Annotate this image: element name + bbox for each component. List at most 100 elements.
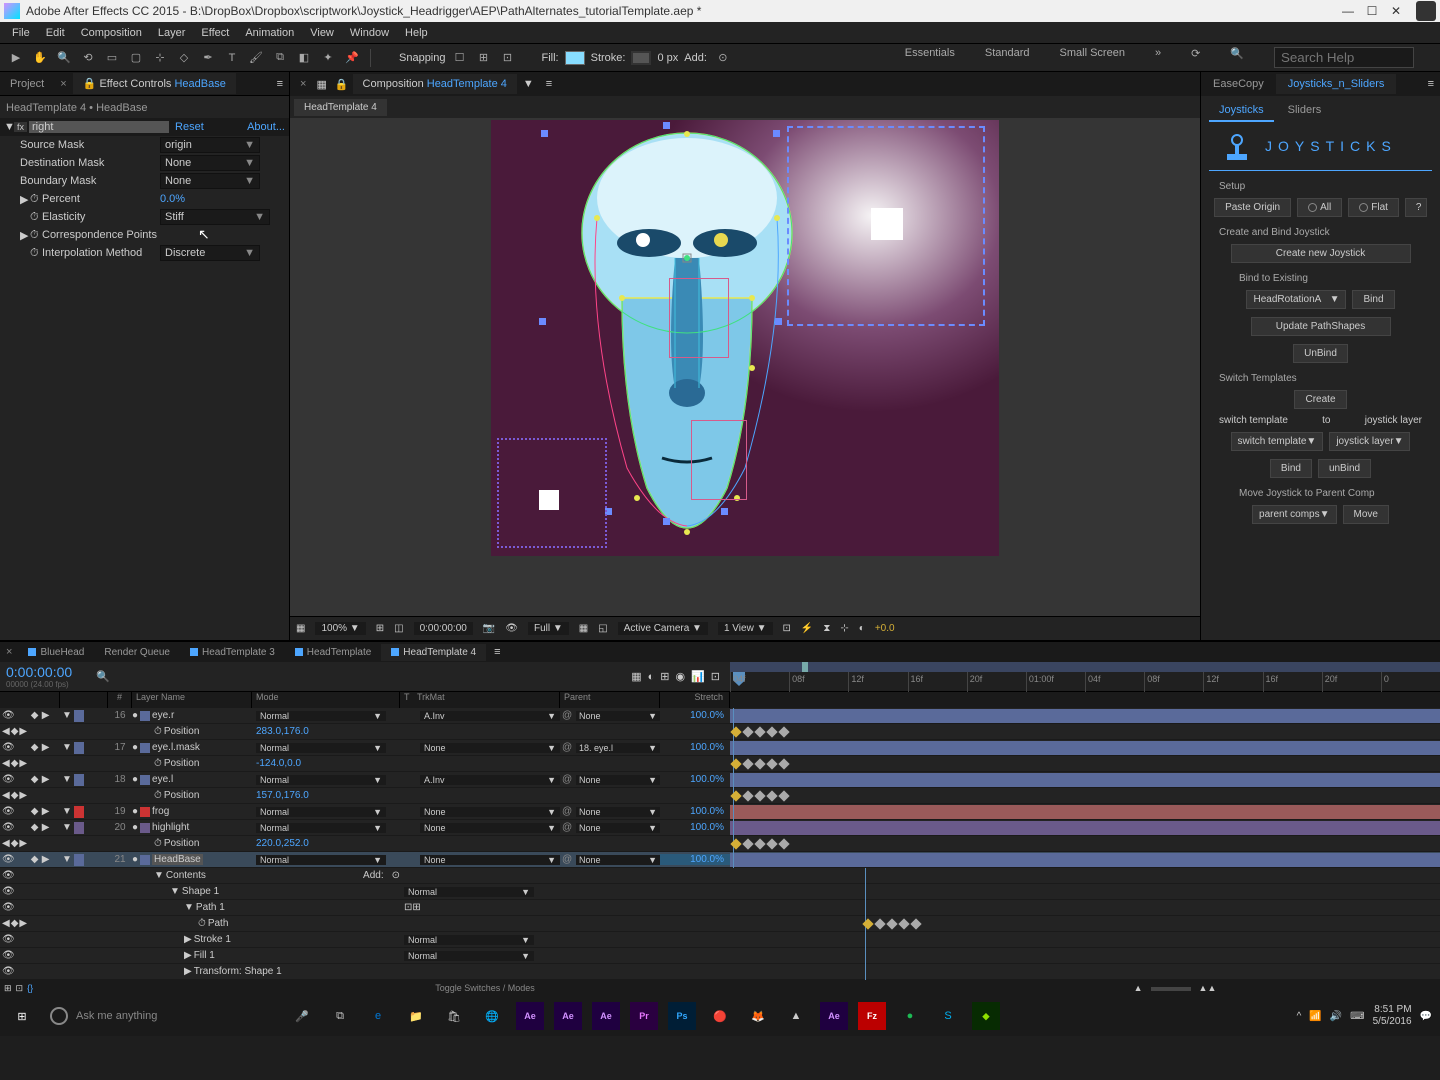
snap-opt1-icon[interactable]: ⊞ — [474, 48, 494, 68]
col-mode[interactable]: Mode — [252, 692, 400, 708]
triangle-icon[interactable]: ▶ — [42, 742, 50, 753]
stopwatch-icon[interactable]: ⏱ — [20, 211, 42, 224]
col-trk[interactable]: T TrkMat — [400, 692, 560, 708]
sublayer-row[interactable]: 👁 ▶ Stroke 1 Normal▼ — [0, 932, 1440, 948]
menu-edit[interactable]: Edit — [38, 25, 73, 41]
joystick-layer-dropdown[interactable]: joystick layer▼ — [1329, 432, 1410, 451]
time-display[interactable]: 0:00:00:00 — [414, 622, 473, 635]
rect-tool-icon[interactable]: ▭ — [102, 48, 122, 68]
ruler-tick[interactable]: 20f — [967, 672, 1026, 692]
transparency-icon[interactable]: ▦ — [579, 623, 588, 634]
sublayer-row[interactable]: 👁 ▼ Path 1 ⊡ ⊞ — [0, 900, 1440, 916]
pickwhip-icon[interactable]: @ — [562, 822, 574, 833]
tl-toggle-2-icon[interactable]: ⊡ — [16, 983, 24, 994]
keyframe[interactable] — [742, 726, 753, 737]
ruler-tick[interactable]: 04f — [730, 672, 789, 692]
resolution-dropdown[interactable]: Full ▼ — [528, 622, 569, 635]
keyframe[interactable] — [742, 838, 753, 849]
keyframe[interactable] — [742, 758, 753, 769]
mic-icon[interactable] — [1416, 1, 1436, 21]
solo-icon[interactable]: ● — [132, 822, 138, 833]
stopwatch-icon[interactable]: ⏱ — [198, 918, 206, 929]
about-link[interactable]: About... — [247, 121, 285, 133]
kf-marker-icon[interactable]: ◆ — [11, 758, 19, 769]
layer-bar[interactable] — [730, 853, 1440, 867]
keyframe[interactable] — [874, 918, 885, 929]
shape-tool-icon[interactable]: ◇ — [174, 48, 194, 68]
solo-icon[interactable]: ● — [132, 774, 138, 785]
position-value[interactable]: 283.0,176.0 — [252, 726, 400, 737]
keyframe[interactable] — [754, 790, 765, 801]
text-tool-icon[interactable]: T — [222, 48, 242, 68]
comp-tab-menu-icon[interactable]: ▼ — [517, 78, 540, 90]
stroke-width[interactable]: 0 px — [657, 52, 678, 64]
flowchart-icon[interactable]: ⊹ — [840, 623, 848, 634]
tray-clock[interactable]: 8:51 PM 5/5/2016 — [1373, 1004, 1412, 1028]
cortana-search[interactable]: Ask me anything — [42, 1007, 282, 1025]
visibility-icon[interactable]: 👁 — [2, 854, 15, 865]
path-icon-2[interactable]: ⊞ — [412, 902, 420, 913]
kf-nav-next-icon[interactable]: ▶ — [19, 758, 27, 769]
kf-marker-icon[interactable]: ◆ — [11, 918, 19, 929]
zoom-dropdown[interactable]: 100% ▼ — [315, 622, 365, 635]
selection-handle[interactable] — [663, 518, 670, 525]
layer-name[interactable]: eye.r — [152, 710, 174, 721]
all-button[interactable]: All — [1297, 198, 1342, 217]
move-button[interactable]: Move — [1343, 505, 1389, 524]
kf-nav-next-icon[interactable]: ▶ — [19, 838, 27, 849]
tl-tab-close-icon[interactable]: × — [0, 646, 18, 658]
tl-shy-icon[interactable]: ◐ — [648, 671, 655, 683]
twirl-icon[interactable]: ▶ — [184, 950, 192, 961]
layer-bar[interactable] — [730, 821, 1440, 835]
exposure-reset-icon[interactable]: ◐ — [859, 623, 865, 634]
tray-notifications-icon[interactable]: 💬 — [1420, 1011, 1432, 1022]
keyframe[interactable] — [778, 838, 789, 849]
parent-comps-dropdown[interactable]: parent comps▼ — [1252, 505, 1337, 524]
track-matte-dropdown[interactable]: None▼ — [420, 855, 560, 865]
ruler-tick[interactable]: 12f — [1203, 672, 1262, 692]
tl-tab-ht3[interactable]: HeadTemplate 3 — [180, 644, 285, 661]
zoom-in-icon[interactable]: ▲▲ — [1199, 983, 1217, 993]
ruler-tick[interactable]: 0 — [1381, 672, 1440, 692]
sublayer-row[interactable]: 👁 ▼ Contents Add:⊙ — [0, 868, 1440, 884]
joystick-handle-1[interactable] — [871, 208, 903, 240]
layer-bar[interactable] — [730, 741, 1440, 755]
comp-tab-close-icon[interactable]: × — [294, 78, 312, 90]
keyframe[interactable] — [898, 918, 909, 929]
interp-dropdown[interactable]: Discrete▼ — [160, 245, 260, 261]
property-row[interactable]: ◀◆▶ ⏱Position 283.0,176.0 — [0, 724, 1440, 740]
ruler-tick[interactable]: 16f — [1263, 672, 1322, 692]
keyframe[interactable] — [754, 838, 765, 849]
stopwatch-icon[interactable]: ⏱ — [154, 790, 162, 801]
sublayer-row[interactable]: 👁 ▶ Transform: Shape 1 — [0, 964, 1440, 980]
create-template-button[interactable]: Create — [1294, 390, 1346, 409]
update-pathshapes-button[interactable]: Update PathShapes — [1251, 317, 1391, 336]
layer-name[interactable]: HeadBase — [152, 854, 203, 865]
brush-tool-icon[interactable]: 🖌 — [246, 48, 266, 68]
premiere-icon[interactable]: Pr — [626, 1000, 662, 1032]
hand-tool-icon[interactable]: ✋ — [30, 48, 50, 68]
tl-toggle-1-icon[interactable]: ⊞ — [4, 983, 12, 994]
layer-row[interactable]: 👁◆▶ ▼ 21 ●HeadBase Normal▼ None▼ @None▼ … — [0, 852, 1440, 868]
tray-overflow-icon[interactable]: ^ — [1297, 1011, 1302, 1022]
close-button[interactable]: ✕ — [1384, 3, 1408, 19]
source-mask-dropdown[interactable]: origin▼ — [160, 137, 260, 153]
visibility-icon[interactable]: 👁 — [2, 822, 15, 833]
twirl-icon[interactable]: ▼ — [62, 774, 72, 785]
bind-target-dropdown[interactable]: HeadRotationA▼ — [1246, 290, 1346, 309]
keyframe[interactable] — [766, 758, 777, 769]
cortana-mic-icon[interactable]: 🎤 — [284, 1000, 320, 1032]
twirl-icon[interactable]: ▼ — [184, 902, 194, 913]
percent-value[interactable]: 0.0% — [160, 193, 185, 205]
visibility-icon[interactable]: 👁 — [2, 950, 15, 961]
minimize-button[interactable]: — — [1336, 3, 1360, 19]
stopwatch-icon[interactable]: ⏱ — [20, 247, 42, 260]
diamond-icon[interactable]: ◆ — [31, 742, 41, 753]
selection-handle[interactable] — [721, 508, 728, 515]
visibility-icon[interactable]: 👁 — [2, 742, 15, 753]
bind-button[interactable]: Bind — [1352, 290, 1394, 309]
solo-icon[interactable]: ● — [132, 710, 138, 721]
property-row[interactable]: ◀◆▶ ⏱Position 220.0,252.0 — [0, 836, 1440, 852]
stopwatch-icon[interactable]: ⏱ — [154, 758, 162, 769]
sublayer-name[interactable]: Stroke 1 — [194, 934, 231, 945]
